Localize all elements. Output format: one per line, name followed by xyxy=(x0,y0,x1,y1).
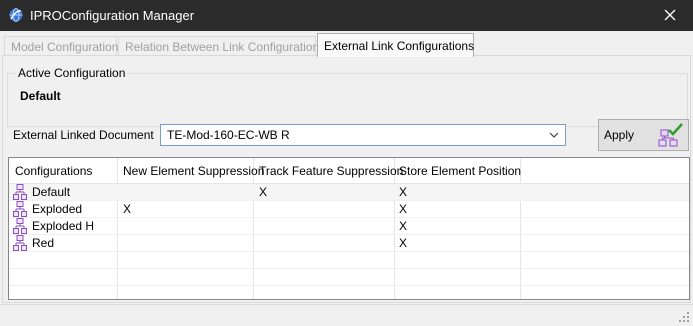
table-row[interactable]: Default X X xyxy=(9,184,689,201)
chevron-down-icon[interactable] xyxy=(549,132,559,138)
tab-external-link-configurations[interactable]: External Link Configurations xyxy=(317,33,474,57)
table-row[interactable]: Red X xyxy=(9,235,689,252)
configuration-tree-icon xyxy=(13,201,27,217)
apply-button[interactable]: Apply xyxy=(598,119,689,151)
tab-label: Model Configuration xyxy=(11,40,119,54)
apply-checkmark-icon xyxy=(658,123,683,147)
column-header-track-feature-suppression[interactable]: Track Feature Suppression xyxy=(259,164,403,178)
resize-grip-icon[interactable] xyxy=(678,311,690,323)
configuration-tree-icon xyxy=(13,218,27,234)
configurations-grid[interactable]: Configurations New Element Suppression T… xyxy=(8,157,690,300)
store-element-position-cell[interactable]: X xyxy=(399,185,407,199)
status-bar xyxy=(0,304,693,326)
config-name: Exploded xyxy=(32,202,83,216)
grid-header: Configurations New Element Suppression T… xyxy=(9,158,689,184)
tab-panel: Active Configuration Default External Li… xyxy=(2,55,691,303)
empty-row xyxy=(9,252,689,269)
external-linked-document-label: External Linked Document xyxy=(13,128,154,142)
column-header-configurations[interactable]: Configurations xyxy=(15,164,92,178)
external-linked-document-value: TE-Mod-160-EC-WB R xyxy=(167,128,290,142)
close-icon xyxy=(664,9,676,21)
table-row[interactable]: Exploded H X xyxy=(9,218,689,235)
close-button[interactable] xyxy=(649,0,693,31)
config-name: Red xyxy=(32,236,55,250)
configuration-tree-icon xyxy=(13,184,27,200)
active-configuration-legend: Active Configuration xyxy=(16,66,128,80)
tab-model-configuration[interactable]: Model Configuration xyxy=(4,36,119,56)
title-bar: IPROConfiguration Manager xyxy=(0,0,693,31)
configuration-tree-icon xyxy=(13,235,27,251)
external-linked-document-select[interactable]: TE-Mod-160-EC-WB R xyxy=(160,124,566,146)
empty-row xyxy=(9,269,689,286)
active-configuration-value: Default xyxy=(20,89,61,103)
empty-row xyxy=(9,286,689,299)
column-header-store-element-position[interactable]: Store Element Position xyxy=(399,164,521,178)
tab-label: Relation Between Link Configurations xyxy=(125,40,326,54)
new-element-suppression-cell[interactable]: X xyxy=(123,202,131,216)
ipro-globe-icon xyxy=(9,8,23,22)
active-configuration-group: Active Configuration Default xyxy=(7,66,688,127)
tab-relation-between-link-configurations[interactable]: Relation Between Link Configurations xyxy=(118,36,325,56)
config-name: Exploded H xyxy=(32,219,95,233)
store-element-position-cell[interactable]: X xyxy=(399,219,407,233)
apply-button-label: Apply xyxy=(604,128,635,142)
window-title: IPROConfiguration Manager xyxy=(30,8,195,23)
tab-label: External Link Configurations xyxy=(324,39,475,53)
track-feature-suppression-cell[interactable]: X xyxy=(259,185,267,199)
table-row[interactable]: Exploded X X xyxy=(9,201,689,218)
column-header-new-element-suppression[interactable]: New Element Suppression xyxy=(123,164,264,178)
config-name: Default xyxy=(32,185,71,199)
tab-strip: Model Configuration Relation Between Lin… xyxy=(0,31,693,57)
store-element-position-cell[interactable]: X xyxy=(399,236,407,250)
store-element-position-cell[interactable]: X xyxy=(399,202,407,216)
